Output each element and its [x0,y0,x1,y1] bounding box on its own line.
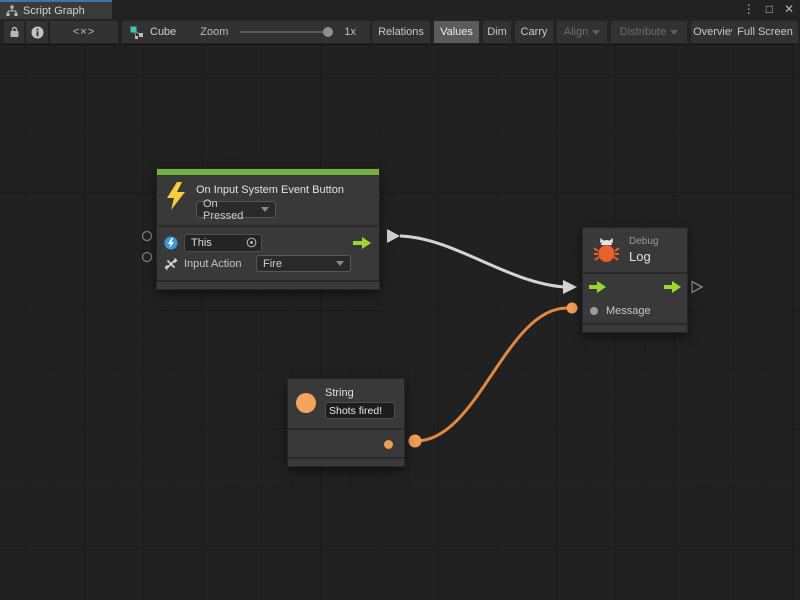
maximize-icon[interactable]: □ [766,0,773,19]
string-output-port-icon[interactable] [384,440,393,449]
tab-script-graph[interactable]: Script Graph [0,0,112,19]
event-node-footer [157,280,379,289]
event-target-port[interactable] [143,232,152,241]
chevron-down-icon [592,30,600,35]
target-object-value: This [191,237,212,249]
string-type-icon [296,393,316,413]
on-input-system-event-button-node[interactable]: On Input System Event Button On Pressed … [156,168,380,290]
lightning-bolt-icon [164,181,188,211]
debug-log-node[interactable]: Debug Log Message [582,227,688,333]
debug-node-header: Debug Log [583,228,687,272]
zoom-value: 1x [344,26,356,38]
values-label: Values [440,26,473,38]
lock-icon [9,26,20,38]
string-literal-node[interactable]: String Shots fired! [287,378,405,467]
debug-node-footer [583,323,687,332]
code-preview-label: <×> [73,26,95,38]
debug-output-port[interactable] [692,282,702,293]
bug-icon [593,237,620,264]
string-node-footer [288,457,404,466]
input-action-icon [164,257,178,271]
event-type-dropdown[interactable]: On Pressed [196,201,276,218]
align-label: Align [564,26,588,38]
event-action-port[interactable] [143,253,152,262]
distribute-button[interactable]: Distribute [611,21,687,43]
object-picker-icon[interactable] [246,237,257,248]
debug-input-port-arrow[interactable] [563,280,577,294]
graph-toolbar: <×> Cube Zoom 1x Relations Values Dim [0,19,800,45]
string-node-body [288,428,404,457]
full-screen-label: Full Screen [737,26,793,38]
event-node-title: On Input System Event Button [196,181,344,196]
script-graph-asset-icon [130,26,144,39]
input-action-value: Fire [263,258,282,270]
tab-bar: Script Graph ⋮ □ ✕ [0,0,800,19]
debug-node-body: Message [583,272,687,323]
target-object-field[interactable]: This [184,234,262,252]
distribute-label: Distribute [620,26,666,38]
align-button[interactable]: Align [557,21,607,43]
full-screen-button[interactable]: Full Screen [732,21,798,43]
chevron-down-icon [670,30,678,35]
info-button[interactable] [26,21,48,43]
event-node-header: On Input System Event Button On Pressed [157,175,379,225]
graph-canvas[interactable]: On Input System Event Button On Pressed … [0,45,800,600]
string-value-input[interactable]: Shots fired! [325,402,395,419]
menu-icon[interactable]: ⋮ [743,0,755,19]
string-output-port[interactable] [409,435,422,448]
string-node-header: String Shots fired! [288,379,404,428]
info-icon [31,26,44,39]
flow-output-arrow-icon[interactable] [664,281,681,293]
hierarchy-graph-icon [6,5,18,17]
control-flow-wire[interactable] [400,236,564,287]
script-graph-window: Script Graph ⋮ □ ✕ <×> [0,0,800,600]
bolt-unit-icon [164,236,178,250]
chevron-down-icon [261,207,269,212]
chevron-down-icon [336,261,344,266]
zoom-slider-handle[interactable] [323,27,333,37]
carry-button[interactable]: Carry [515,21,553,43]
string-node-title: String [325,387,395,399]
flow-input-arrow-icon[interactable] [589,281,606,293]
debug-message-row: Message [583,299,687,323]
flow-output-arrow-icon[interactable] [353,237,371,249]
tab-label: Script Graph [23,5,85,17]
zoom-slider[interactable] [240,31,328,33]
message-port-icon[interactable] [590,307,598,315]
carry-label: Carry [521,26,548,38]
graph-context-tile: Cube Zoom 1x [122,21,370,43]
event-node-body: This [157,225,379,280]
message-input-port[interactable] [567,303,578,314]
event-output-port-arrow[interactable] [387,229,400,243]
event-action-row: Input Action Fire [157,253,379,274]
debug-node-name: Log [629,249,658,264]
debug-node-category: Debug [629,236,658,247]
input-action-label: Input Action [184,258,250,270]
dim-label: Dim [487,26,507,38]
code-preview-button[interactable]: <×> [50,21,118,43]
zoom-label: Zoom [200,26,228,38]
event-target-row: This [157,232,379,253]
value-wire[interactable] [416,308,567,441]
window-controls: ⋮ □ ✕ [743,0,794,19]
close-icon[interactable]: ✕ [784,0,794,19]
graph-source-label[interactable]: Cube [150,26,176,38]
lock-button[interactable] [4,21,24,43]
debug-flow-row [583,274,687,299]
message-label: Message [606,305,651,317]
relations-button[interactable]: Relations [372,21,430,43]
relations-label: Relations [378,26,424,38]
values-button[interactable]: Values [434,21,479,43]
input-action-dropdown[interactable]: Fire [256,255,351,272]
dim-button[interactable]: Dim [483,21,511,43]
event-type-value: On Pressed [203,198,261,222]
